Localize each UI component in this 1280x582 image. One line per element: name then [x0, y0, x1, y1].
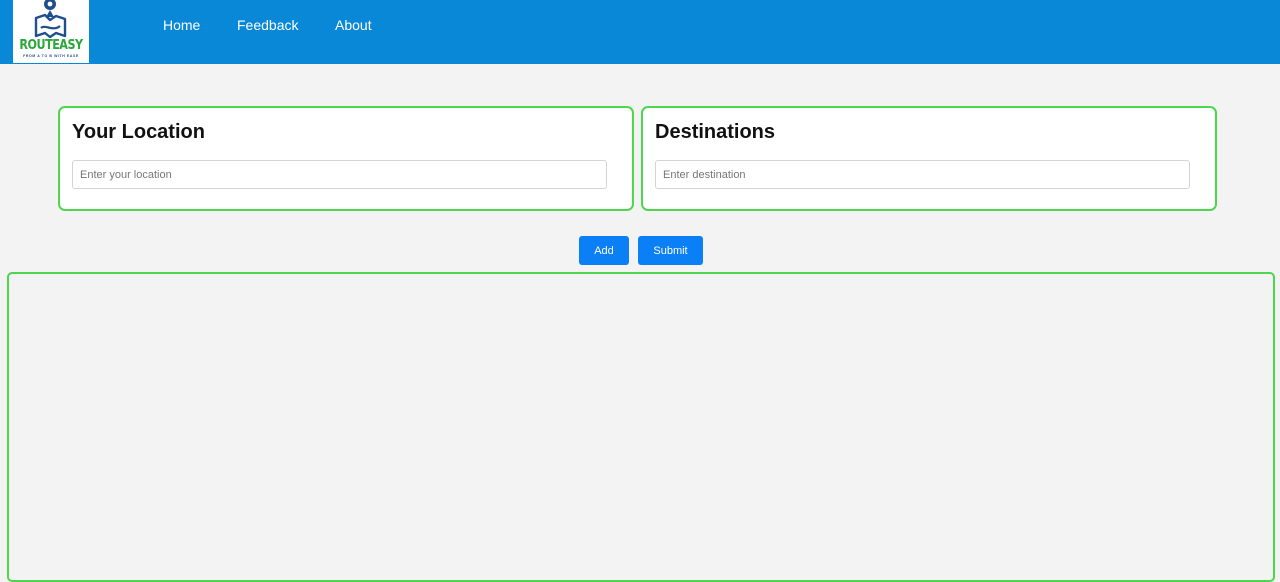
destinations-card: Destinations — [641, 106, 1217, 211]
nav-home-link[interactable]: Home — [163, 17, 200, 33]
destination-input[interactable] — [655, 160, 1190, 189]
location-card: Your Location — [58, 106, 634, 211]
map-panel[interactable] — [7, 272, 1275, 582]
nav-about-link[interactable]: About — [335, 17, 372, 33]
location-card-title: Your Location — [72, 121, 205, 143]
routeasy-logo[interactable]: ROUTEASY FROM A TO B WITH EASE — [13, 0, 89, 63]
nav-feedback-link[interactable]: Feedback — [237, 17, 298, 33]
logo-wordmark: ROUTEASY — [19, 38, 83, 53]
destinations-card-title: Destinations — [655, 121, 776, 143]
top-navbar: ROUTEASY FROM A TO B WITH EASE Home Feed… — [0, 0, 1280, 64]
logo-tagline: FROM A TO B WITH EASE — [23, 54, 79, 58]
location-input[interactable] — [72, 160, 607, 189]
submit-button[interactable]: Submit — [638, 236, 703, 265]
add-button[interactable]: Add — [579, 236, 629, 265]
map-pin-icon — [34, 0, 67, 38]
